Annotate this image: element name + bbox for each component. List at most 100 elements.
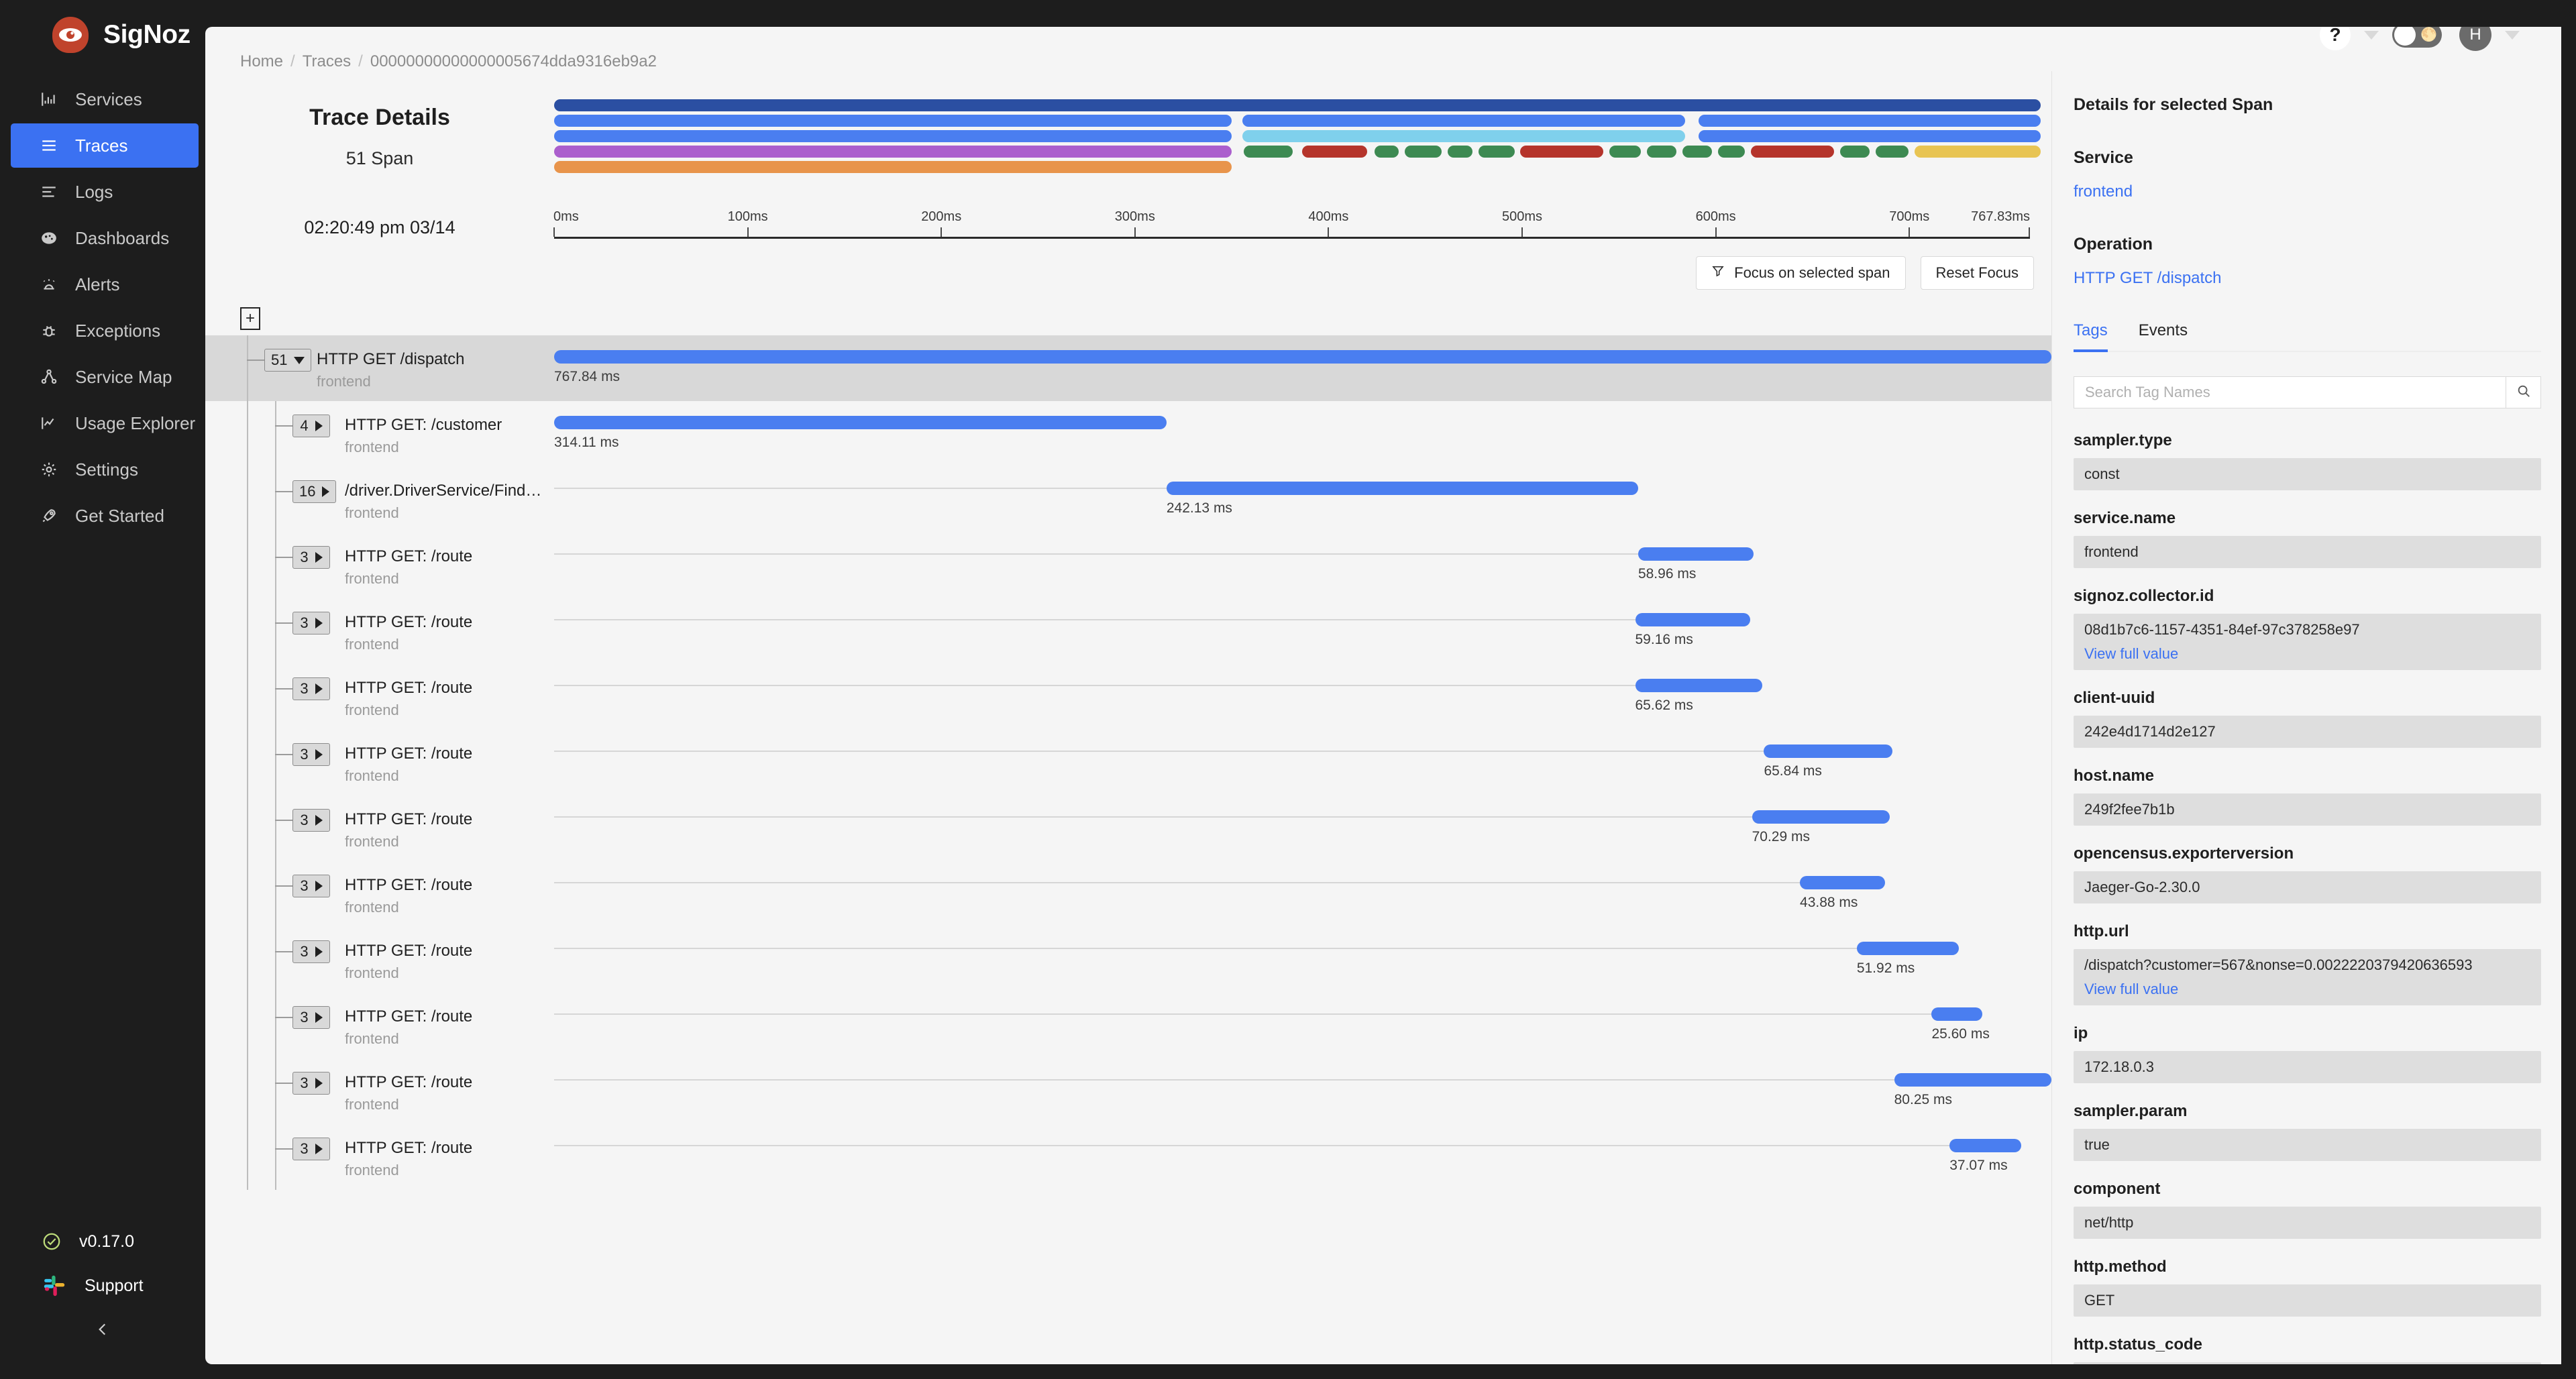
filter-icon [1711,264,1725,282]
span-duration-bar[interactable] [1752,810,1890,824]
span-expand-chip[interactable]: 51 [264,349,312,372]
span-expand-chip[interactable]: 16 [292,480,337,503]
span-duration-bar[interactable] [554,416,1167,429]
span-row[interactable]: 3 HTTP GET: /route frontend 25.60 ms [205,993,2051,1058]
sidebar-item-services[interactable]: Services [11,77,199,121]
span-duration-bar[interactable] [1949,1139,2022,1152]
operation-value-link[interactable]: HTTP GET /dispatch [2074,269,2541,288]
tree-guide-line [247,1058,248,1124]
sidebar-item-logs[interactable]: Logs [11,170,199,214]
span-duration-bar[interactable] [1894,1073,2051,1087]
span-row-label: 3 HTTP GET: /route frontend [205,1124,554,1190]
menu-lines-icon [39,135,59,156]
span-row[interactable]: 3 HTTP GET: /route frontend 80.25 ms [205,1058,2051,1124]
span-row[interactable]: 51 HTTP GET /dispatch frontend 767.84 ms [205,335,2051,401]
sidebar-item-dashboards[interactable]: Dashboards [11,216,199,260]
help-chevron-down-icon[interactable] [2364,30,2379,40]
tag-value: net/http [2074,1207,2541,1239]
span-expand-chip[interactable]: 4 [292,415,330,437]
span-duration-bar[interactable] [1635,613,1751,626]
tag-value: Jaeger-Go-2.30.0 [2074,871,2541,903]
trace-minimap[interactable]: 0ms 100ms 200ms 300ms 400ms 500ms 600ms 700ms 76… [553,99,2051,239]
span-row[interactable]: 3 HTTP GET: /route frontend 58.96 ms [205,533,2051,598]
span-row[interactable]: 4 HTTP GET: /customer frontend 314.11 ms [205,401,2051,467]
span-row[interactable]: 3 HTTP GET: /route frontend 51.92 ms [205,927,2051,993]
avatar-chevron-down-icon[interactable] [2505,30,2520,40]
span-duration-label: 59.16 ms [1635,632,1693,647]
search-input[interactable] [2074,384,2506,401]
span-duration-bar[interactable] [554,350,2051,364]
brand[interactable]: SigNoz [0,0,205,70]
tag-value-text: frontend [2084,543,2139,560]
span-row[interactable]: 3 HTTP GET: /route frontend 70.29 ms [205,795,2051,861]
span-row[interactable]: 16/driver.DriverService/Find… frontend 242… [205,467,2051,533]
span-row-timeline: 58.96 ms [554,533,2051,598]
sidebar-item-settings[interactable]: Settings [11,447,199,492]
breadcrumb-traces[interactable]: Traces [303,52,351,71]
span-duration-bar[interactable] [1800,876,1886,889]
span-expand-chip[interactable]: 3 [292,677,330,700]
span-row-timeline: 51.92 ms [554,927,2051,993]
span-row-label: 4 HTTP GET: /customer frontend [205,401,554,467]
focus-on-selected-span-button[interactable]: Focus on selected span [1696,256,1906,290]
span-expand-chip[interactable]: 3 [292,1072,330,1095]
span-row-label: 3 HTTP GET: /route frontend [205,533,554,598]
tag-value [2074,1362,2541,1364]
tag-value: 249f2fee7b1b [2074,793,2541,826]
focus-button-label: Focus on selected span [1734,264,1890,281]
reset-focus-button[interactable]: Reset Focus [1920,256,2034,290]
tab-events[interactable]: Events [2139,321,2188,351]
view-full-value-link[interactable]: View full value [2084,645,2530,663]
span-duration-bar[interactable] [1635,679,1763,692]
span-expand-chip[interactable]: 3 [292,1006,330,1029]
focus-controls: Focus on selected span Reset Focus [205,239,2051,290]
service-value-link[interactable]: frontend [2074,182,2541,201]
span-duration-bar[interactable] [1764,744,1893,758]
span-expand-chip[interactable]: 3 [292,940,330,963]
search-button[interactable] [2506,377,2540,408]
span-expand-chip[interactable]: 3 [292,1138,330,1160]
span-expand-chip[interactable]: 3 [292,809,330,832]
span-duration-label: 43.88 ms [1800,895,1858,910]
span-expand-chip[interactable]: 3 [292,743,330,766]
span-expand-chip[interactable]: 3 [292,546,330,569]
span-row[interactable]: 3 HTTP GET: /route frontend 59.16 ms [205,598,2051,664]
help-button[interactable]: ? [2320,27,2351,50]
theme-toggle[interactable]: 🌕 [2392,27,2442,48]
span-service-name: frontend [345,899,399,916]
span-duration-bar[interactable] [1638,547,1754,561]
tag-value-text: Jaeger-Go-2.30.0 [2084,879,2200,895]
span-duration-label: 25.60 ms [1931,1026,1990,1042]
sidebar-item-service-map[interactable]: Service Map [11,355,199,399]
minimap-segment [554,146,1232,158]
content-area: Trace Details 51 Span 02:20:49 pm 03/14 … [205,71,2561,1364]
trace-timestamp: 02:20:49 pm 03/14 [304,217,455,237]
span-duration-bar[interactable] [1856,942,1959,955]
avatar[interactable]: H [2459,27,2491,51]
span-expand-chip[interactable]: 3 [292,612,330,635]
minimap-segment [1242,115,1686,127]
span-row[interactable]: 3 HTTP GET: /route frontend 37.07 ms [205,1124,2051,1190]
minimap-segment [1447,146,1473,158]
sidebar-item-usage-explorer[interactable]: Usage Explorer [11,401,199,445]
sidebar-item-get-started[interactable]: Get Started [11,494,199,538]
tab-tags[interactable]: Tags [2074,321,2108,352]
sidebar-item-alerts[interactable]: Alerts [11,262,199,307]
support-row[interactable]: Support [0,1264,205,1308]
sidebar-item-traces[interactable]: Traces [11,123,199,168]
sidebar-collapse-button[interactable] [0,1308,205,1356]
axis-tick-stem [941,227,943,237]
span-row[interactable]: 3 HTTP GET: /route frontend 43.88 ms [205,861,2051,927]
expand-all-button[interactable]: + [240,307,260,330]
span-row[interactable]: 3 HTTP GET: /route frontend 65.84 ms [205,730,2051,795]
timeline-axis: 0ms 100ms 200ms 300ms 400ms 500ms 600ms 700ms 76… [553,196,2041,239]
span-row[interactable]: 3 HTTP GET: /route frontend 65.62 ms [205,664,2051,730]
span-expand-chip[interactable]: 3 [292,875,330,897]
span-duration-bar[interactable] [1931,1007,1983,1021]
breadcrumb-separator: / [290,52,295,70]
span-duration-bar[interactable] [1166,482,1638,495]
span-child-count: 16 [299,483,316,500]
view-full-value-link[interactable]: View full value [2084,981,2530,998]
breadcrumb-home[interactable]: Home [240,52,283,71]
sidebar-item-exceptions[interactable]: Exceptions [11,309,199,353]
